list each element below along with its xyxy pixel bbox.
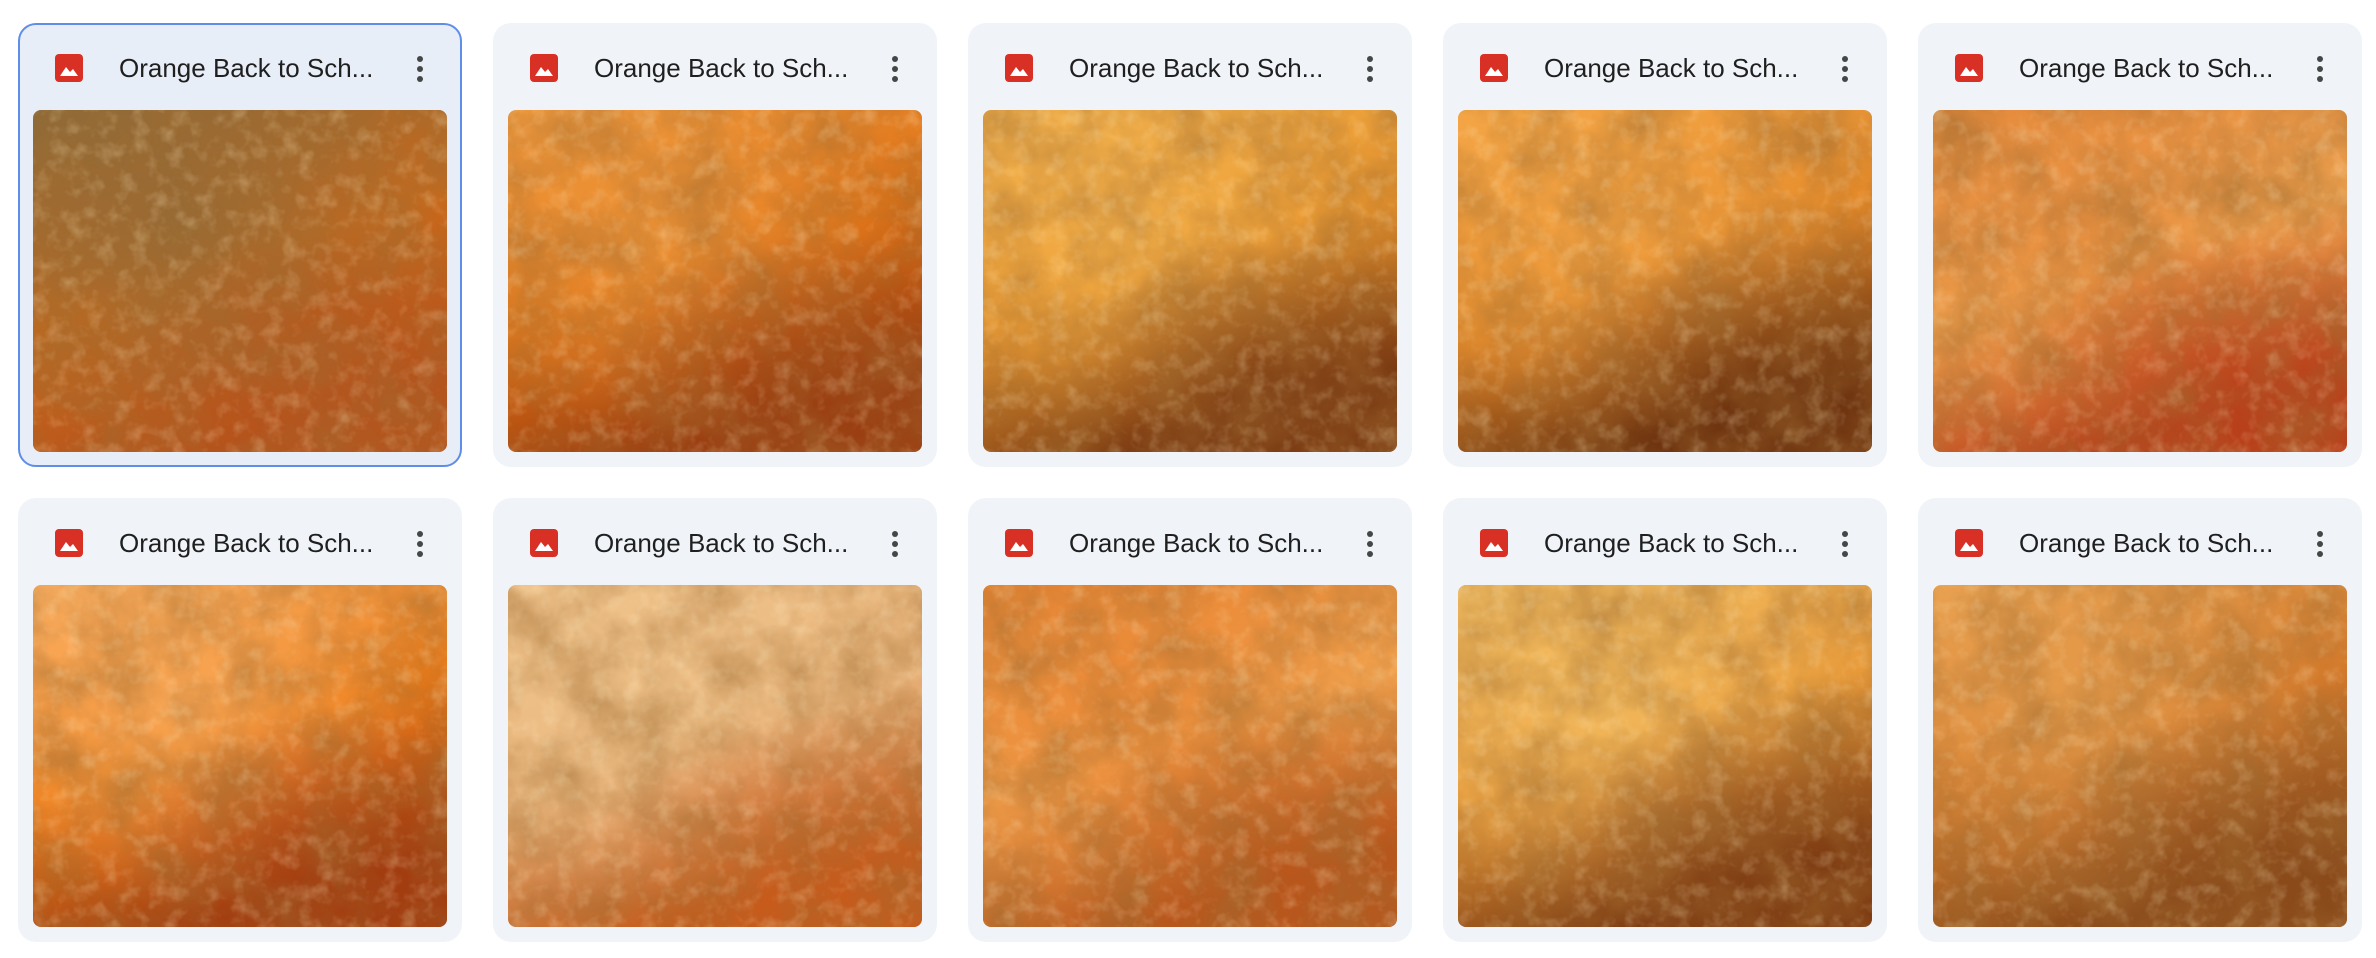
file-name: Orange Back to Sch... — [594, 53, 849, 83]
file-card[interactable]: Orange Back to Sch... — [1918, 498, 2362, 942]
file-card-header: Orange Back to Sch... — [968, 498, 1412, 584]
more-vert-icon — [417, 531, 423, 557]
more-options-button[interactable] — [1346, 520, 1394, 568]
file-thumbnail[interactable] — [1933, 585, 2347, 927]
more-options-button[interactable] — [871, 45, 919, 93]
more-vert-icon — [2317, 56, 2323, 82]
more-vert-icon — [1842, 56, 1848, 82]
file-thumbnail[interactable] — [33, 110, 447, 452]
more-vert-icon — [892, 531, 898, 557]
file-card-header: Orange Back to Sch... — [493, 23, 937, 109]
more-vert-icon — [2317, 531, 2323, 557]
file-name: Orange Back to Sch... — [1544, 528, 1799, 558]
image-file-icon — [1478, 52, 1510, 84]
file-card[interactable]: Orange Back to Sch... — [968, 498, 1412, 942]
more-vert-icon — [1367, 531, 1373, 557]
file-name: Orange Back to Sch... — [1069, 53, 1324, 83]
more-options-button[interactable] — [2296, 45, 2344, 93]
file-card[interactable]: Orange Back to Sch... — [968, 23, 1412, 467]
image-file-icon — [1953, 52, 1985, 84]
file-thumbnail[interactable] — [33, 585, 447, 927]
more-vert-icon — [417, 56, 423, 82]
file-thumbnail[interactable] — [508, 585, 922, 927]
file-card[interactable]: Orange Back to Sch... — [18, 23, 462, 467]
file-name: Orange Back to Sch... — [119, 53, 374, 83]
file-card[interactable]: Orange Back to Sch... — [493, 23, 937, 467]
file-card-header: Orange Back to Sch... — [1918, 498, 2362, 584]
more-options-button[interactable] — [871, 520, 919, 568]
file-card[interactable]: Orange Back to Sch... — [1443, 23, 1887, 467]
file-card-header: Orange Back to Sch... — [1443, 23, 1887, 109]
image-file-icon — [1478, 527, 1510, 559]
file-thumbnail[interactable] — [508, 110, 922, 452]
more-options-button[interactable] — [2296, 520, 2344, 568]
file-name: Orange Back to Sch... — [1544, 53, 1799, 83]
file-name: Orange Back to Sch... — [2019, 53, 2274, 83]
image-file-icon — [53, 52, 85, 84]
more-vert-icon — [1367, 56, 1373, 82]
file-card[interactable]: Orange Back to Sch... — [493, 498, 937, 942]
more-vert-icon — [1842, 531, 1848, 557]
file-thumbnail[interactable] — [983, 110, 1397, 452]
file-thumbnail[interactable] — [983, 585, 1397, 927]
more-options-button[interactable] — [396, 45, 444, 93]
image-file-icon — [528, 527, 560, 559]
file-card-header: Orange Back to Sch... — [968, 23, 1412, 109]
file-card[interactable]: Orange Back to Sch... — [1443, 498, 1887, 942]
more-options-button[interactable] — [1346, 45, 1394, 93]
more-vert-icon — [892, 56, 898, 82]
more-options-button[interactable] — [396, 520, 444, 568]
file-name: Orange Back to Sch... — [594, 528, 849, 558]
image-file-icon — [53, 527, 85, 559]
file-name: Orange Back to Sch... — [119, 528, 374, 558]
file-thumbnail[interactable] — [1458, 110, 1872, 452]
file-name: Orange Back to Sch... — [1069, 528, 1324, 558]
more-options-button[interactable] — [1821, 520, 1869, 568]
file-thumbnail[interactable] — [1458, 585, 1872, 927]
file-card-header: Orange Back to Sch... — [18, 498, 462, 584]
file-grid: Orange Back to Sch... Orange Back to Sch… — [18, 23, 2362, 942]
file-card[interactable]: Orange Back to Sch... — [1918, 23, 2362, 467]
file-card-header: Orange Back to Sch... — [1918, 23, 2362, 109]
image-file-icon — [1003, 52, 1035, 84]
file-card-header: Orange Back to Sch... — [493, 498, 937, 584]
more-options-button[interactable] — [1821, 45, 1869, 93]
file-card-header: Orange Back to Sch... — [20, 25, 460, 111]
file-thumbnail[interactable] — [1933, 110, 2347, 452]
image-file-icon — [1953, 527, 1985, 559]
file-card[interactable]: Orange Back to Sch... — [18, 498, 462, 942]
image-file-icon — [1003, 527, 1035, 559]
file-card-header: Orange Back to Sch... — [1443, 498, 1887, 584]
image-file-icon — [528, 52, 560, 84]
file-name: Orange Back to Sch... — [2019, 528, 2274, 558]
